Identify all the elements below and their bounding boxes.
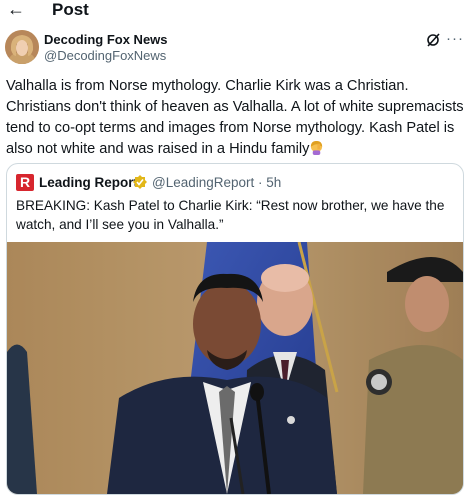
- top-bar: ← Post: [0, 0, 474, 24]
- author-name[interactable]: Decoding Fox News: [44, 32, 168, 48]
- back-arrow-icon[interactable]: ←: [6, 0, 26, 20]
- quoted-author-handle[interactable]: @LeadingReport · 5h: [152, 174, 281, 191]
- quoted-post-header: R Leading Report @LeadingReport · 5h: [16, 173, 456, 191]
- woman-facepalming-emoji: [311, 140, 323, 155]
- post-text: Valhalla is from Norse mythology. Charli…: [6, 76, 468, 160]
- more-options-icon[interactable]: ···: [446, 30, 464, 48]
- quoted-author-name[interactable]: Leading Report: [39, 174, 138, 191]
- quoted-post-text: BREAKING: Kash Patel to Charlie Kirk: “R…: [16, 198, 445, 232]
- verified-badge-icon: [133, 175, 147, 189]
- post-author: Decoding Fox News @DecodingFoxNews ···: [0, 28, 474, 72]
- avatar[interactable]: [5, 30, 39, 64]
- author-handle[interactable]: @DecodingFoxNews: [44, 48, 166, 64]
- quoted-post[interactable]: R Leading Report @LeadingReport · 5h BRE…: [6, 163, 464, 495]
- grok-icon[interactable]: [425, 32, 441, 48]
- post-body: Valhalla is from Norse mythology. Charli…: [6, 78, 464, 157]
- page-title: Post: [52, 0, 89, 19]
- leading-report-logo: R: [16, 174, 34, 191]
- press-conference-photo[interactable]: [7, 242, 463, 494]
